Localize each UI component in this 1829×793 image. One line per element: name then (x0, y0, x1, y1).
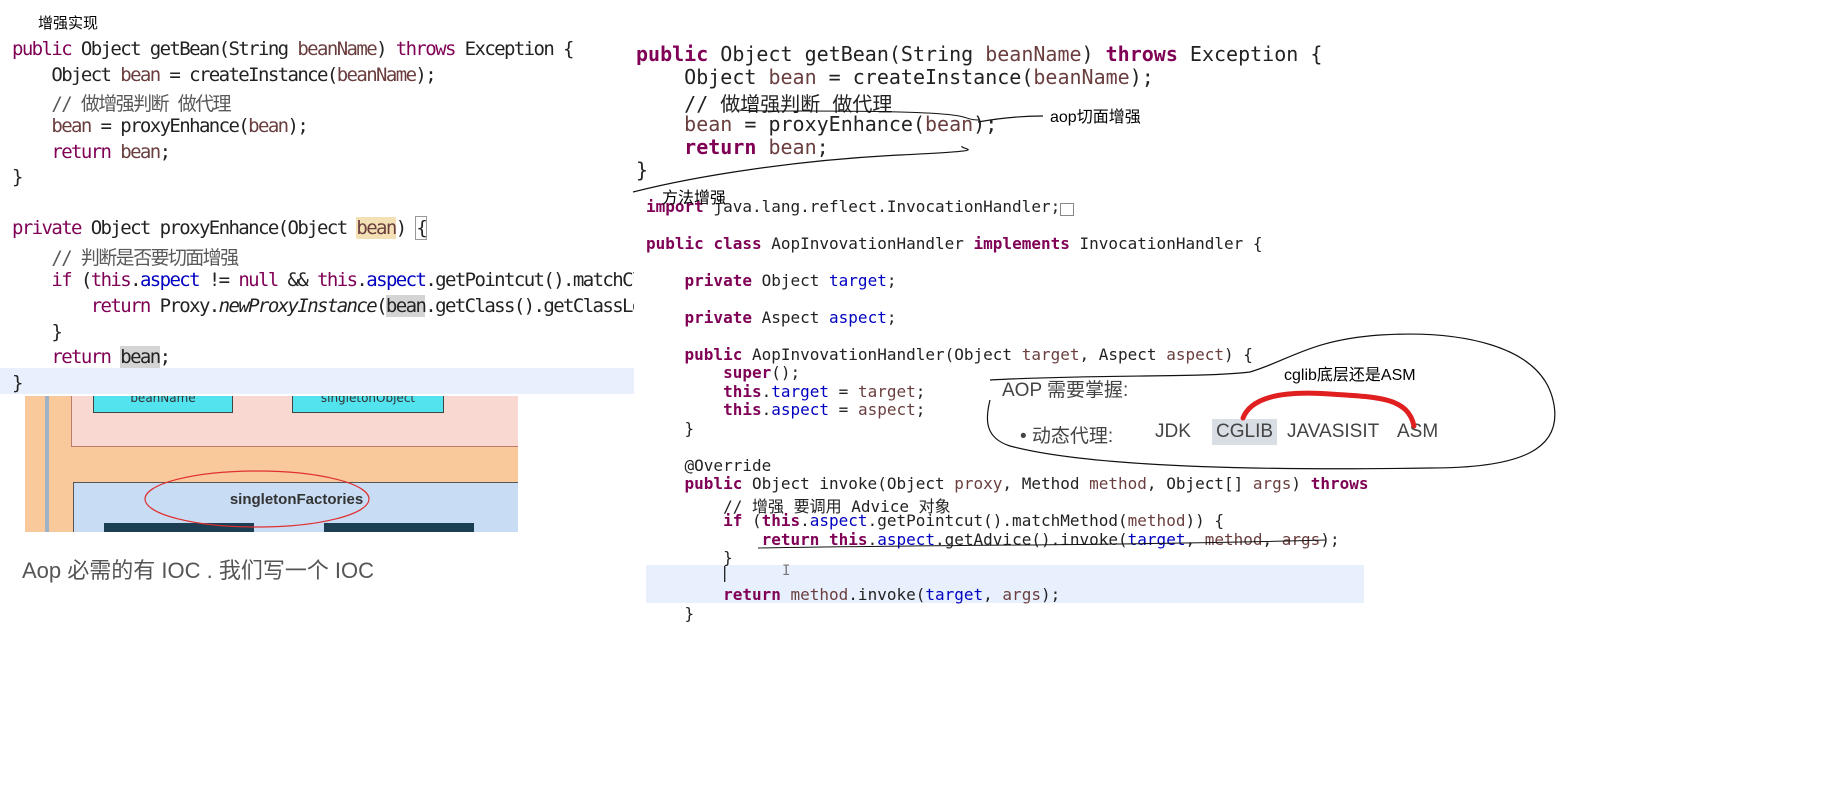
red-pen-arc (1240, 390, 1417, 429)
annotation-line (977, 115, 1044, 123)
pen-strokes (632, 109, 1556, 549)
hand-drawn-loop (986, 333, 1556, 470)
method-sweep-line (632, 145, 969, 193)
